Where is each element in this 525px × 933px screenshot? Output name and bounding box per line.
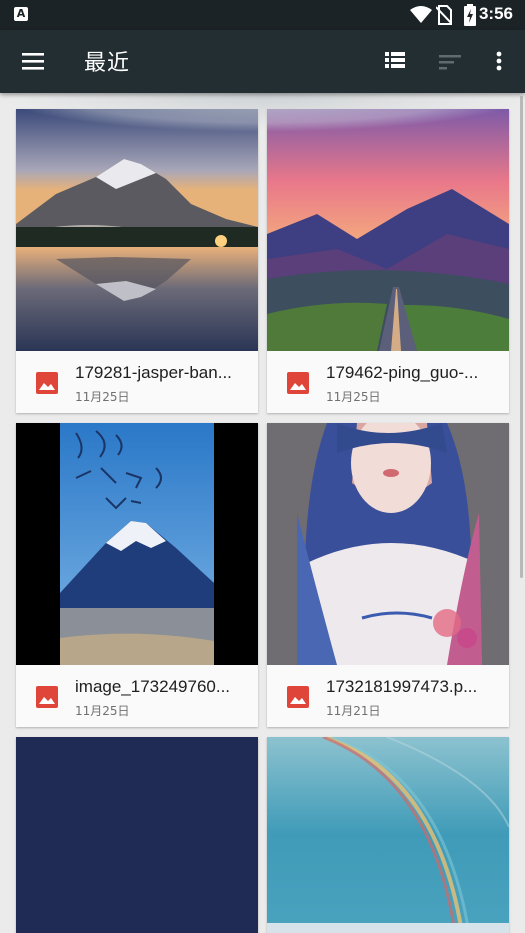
file-name: 179462-ping_guo-... bbox=[326, 363, 479, 382]
thumbnail-mount-fuji bbox=[16, 423, 258, 665]
thumbnail-portrait bbox=[267, 423, 509, 665]
file-date: 11月25日 bbox=[326, 390, 381, 404]
clock: 3:56 bbox=[478, 4, 513, 23]
more-vert-icon bbox=[496, 51, 502, 71]
image-file-icon bbox=[36, 372, 58, 394]
file-date: 11月25日 bbox=[75, 704, 130, 718]
status-bar: A 3:56 bbox=[0, 0, 525, 30]
app-toolbar: 最近 bbox=[0, 30, 525, 93]
file-name: 179281-jasper-ban... bbox=[75, 363, 232, 382]
thumbnail-mountain-lake bbox=[16, 109, 258, 351]
file-card[interactable]: 1732181997473.p... 11月21日 bbox=[267, 423, 509, 727]
file-name: image_173249760... bbox=[75, 677, 231, 696]
file-date: 11月21日 bbox=[326, 704, 381, 718]
wifi-icon bbox=[410, 6, 432, 23]
sort-icon bbox=[439, 55, 461, 70]
thumbnail-rainbow bbox=[267, 737, 509, 933]
file-date: 11月25日 bbox=[75, 390, 130, 404]
text-a-icon: A bbox=[14, 7, 28, 21]
menu-button[interactable] bbox=[12, 42, 52, 82]
hamburger-menu-icon bbox=[22, 53, 44, 70]
image-file-icon bbox=[287, 686, 309, 708]
thumbnail-dark-blue bbox=[16, 737, 258, 933]
more-options-button[interactable] bbox=[480, 42, 520, 82]
thumbnail-mountain-road bbox=[267, 109, 509, 351]
file-card[interactable] bbox=[267, 737, 509, 933]
file-card[interactable]: 179462-ping_guo-... 11月25日 bbox=[267, 109, 509, 413]
sort-button[interactable] bbox=[430, 42, 470, 82]
scrollbar[interactable] bbox=[520, 96, 523, 578]
image-file-icon bbox=[287, 372, 309, 394]
file-card[interactable]: 179281-jasper-ban... 11月25日 bbox=[16, 109, 258, 413]
list-view-icon bbox=[385, 52, 405, 68]
file-name: 1732181997473.p... bbox=[326, 677, 478, 696]
file-card[interactable]: image_173249760... 11月25日 bbox=[16, 423, 258, 727]
page-title: 最近 bbox=[84, 51, 131, 76]
battery-charging-icon bbox=[464, 4, 476, 26]
image-file-icon bbox=[36, 686, 58, 708]
no-sim-icon bbox=[436, 5, 452, 25]
file-card[interactable] bbox=[16, 737, 258, 933]
list-view-button[interactable] bbox=[376, 42, 416, 82]
